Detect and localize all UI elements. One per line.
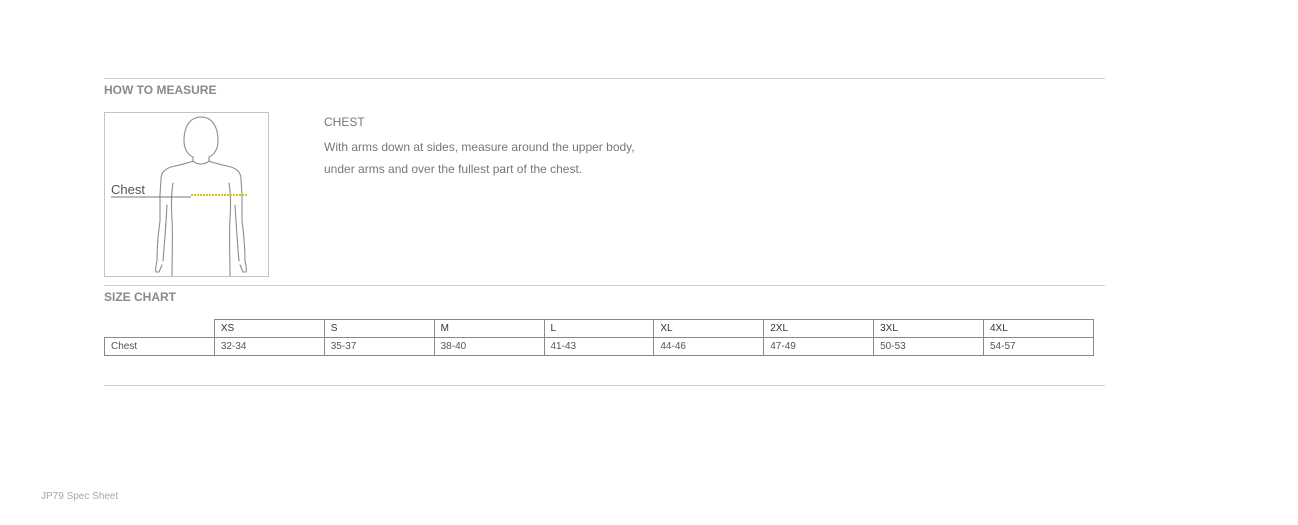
body-outline-illustration: Chest (111, 116, 247, 276)
chest-heading: CHEST (324, 115, 365, 129)
measurement-cell: 50-53 (873, 337, 984, 356)
measurement-cell: 32-34 (213, 337, 325, 356)
header-blank-cell (104, 319, 215, 338)
chest-figure-label: Chest (111, 182, 145, 197)
chest-instructions: CHEST With arms down at sides, measure a… (324, 114, 664, 180)
bottom-divider (104, 385, 1105, 386)
chest-description: With arms down at sides, measure around … (324, 140, 635, 176)
measure-figure: Chest (104, 112, 269, 277)
measurement-cell: 35-37 (323, 337, 435, 356)
row-label-cell: Chest (104, 337, 215, 356)
size-header-cell: L (543, 319, 655, 338)
middle-divider (104, 285, 1105, 286)
table-row: Chest 32-34 35-37 38-40 41-43 44-46 47-4… (104, 337, 1094, 356)
size-chart-table: XS S M L XL 2XL 3XL 4XL Chest 32-34 35-3… (104, 319, 1094, 356)
measurement-cell: 41-43 (543, 337, 655, 356)
size-header-cell: XS (213, 319, 325, 338)
size-header-cell: 2XL (763, 319, 875, 338)
size-header-row: XS S M L XL 2XL 3XL 4XL (104, 319, 1094, 338)
measurement-cell: 47-49 (763, 337, 875, 356)
measurement-cell: 44-46 (653, 337, 765, 356)
size-chart-title: SIZE CHART (104, 290, 176, 304)
footer-text: JP79 Spec Sheet (41, 491, 119, 502)
size-header-cell: 3XL (873, 319, 984, 338)
measurement-cell: 38-40 (433, 337, 545, 356)
size-header-cell: S (323, 319, 435, 338)
size-header-cell: XL (653, 319, 765, 338)
how-to-measure-title: HOW TO MEASURE (104, 83, 217, 97)
size-header-cell: M (433, 319, 545, 338)
top-divider (104, 78, 1105, 79)
spec-sheet-page: HOW TO MEASURE Chest CHEST With arms dow… (0, 0, 1298, 525)
size-header-cell: 4XL (983, 319, 1094, 338)
measurement-cell: 54-57 (983, 337, 1094, 356)
